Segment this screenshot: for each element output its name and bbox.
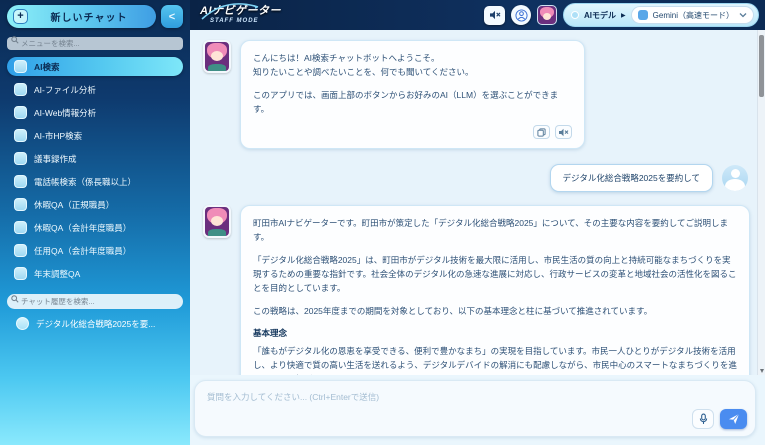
arrow-right-icon: ▶ xyxy=(621,12,626,19)
user-message-bubble: デジタル化総合戦略2025を要約して xyxy=(550,164,714,192)
chat-bubble-icon xyxy=(14,175,27,188)
assistant-avatar xyxy=(203,205,231,238)
sidebar-menu-list: AI検索 AI-ファイル分析 AI-Web情報分析 AI-市HP検索議事録作成電話帳検… xyxy=(7,57,183,283)
history-search-input[interactable] xyxy=(7,294,183,309)
search-icon xyxy=(11,295,19,303)
copy-icon xyxy=(537,128,546,137)
sidebar-item-label: 年末調整QA xyxy=(34,268,80,280)
model-dropdown[interactable]: Gemini（高速モード） xyxy=(631,6,754,24)
sidebar-item-label: AI-市HP検索 xyxy=(34,130,82,142)
chat-history-list: デジタル化総合戦略2025を要... xyxy=(7,317,183,330)
chat-history-item[interactable]: デジタル化総合戦略2025を要... xyxy=(7,317,183,330)
app-logo: AIナビゲーター STAFF MODE xyxy=(200,6,281,24)
message-input[interactable] xyxy=(195,381,755,436)
sidebar-item-label: 議事録作成 xyxy=(34,153,77,165)
message-paragraph: この戦略は、2025年度までの期間を対象としており、以下の基本理念と柱に基づいて… xyxy=(253,304,737,318)
microphone-icon xyxy=(699,413,708,425)
assistant-avatar xyxy=(203,40,231,73)
history-search xyxy=(7,291,183,309)
assistant-message-bubble: 町田市AIナビゲーターです。町田市が策定した「デジタル化総合戦略2025」につい… xyxy=(240,205,750,375)
chat-area: こんにちは！AI検索チャットボットへようこそ。 知りたいことや調べたいことを、何… xyxy=(190,30,765,375)
message-paragraph: 「デジタル化総合戦略2025」は、町田市がデジタル技術を最大限に活用し、市民生活… xyxy=(253,253,737,295)
message-paragraph: このアプリでは、画面上部のボタンからお好みのAI（LLM）を選ぶことができます。 xyxy=(253,88,572,116)
chat-scrollbar[interactable] xyxy=(757,30,765,375)
mute-button[interactable] xyxy=(484,6,505,25)
chat-bubble-icon xyxy=(14,60,27,73)
app-window: + 新しいチャット < AI検索 AI-ファイル分析 AI-Web情報分析 AI-市H… xyxy=(0,0,765,445)
sidebar-item[interactable]: 議事録作成 xyxy=(7,149,183,168)
paper-plane-icon xyxy=(728,413,740,425)
chat-bubble-icon xyxy=(14,106,27,119)
sidebar-item[interactable]: AI-市HP検索 xyxy=(7,126,183,145)
sidebar-item[interactable]: AI検索 xyxy=(7,57,183,76)
header-bar: AIナビゲーター STAFF MODE AIモデル ▶ Gemini（ xyxy=(190,0,765,30)
character-button[interactable] xyxy=(511,5,531,25)
sidebar-item[interactable]: 休暇QA（正規職員） xyxy=(7,195,183,214)
character-icon xyxy=(515,9,528,22)
sidebar-collapse-button[interactable]: < xyxy=(161,5,183,28)
assistant-message-row: こんにちは！AI検索チャットボットへようこそ。 知りたいことや調べたいことを、何… xyxy=(203,40,751,149)
chevron-down-icon xyxy=(739,12,747,18)
assistant-message-bubble: こんにちは！AI検索チャットボットへようこそ。 知りたいことや調べたいことを、何… xyxy=(240,40,585,149)
chat-bubble-icon xyxy=(14,267,27,280)
chat-bubble-icon xyxy=(14,152,27,165)
assistant-avatar-button[interactable] xyxy=(537,5,557,25)
scrollbar-thumb[interactable] xyxy=(759,35,764,97)
sidebar-item[interactable]: 休暇QA（会計年度職員） xyxy=(7,218,183,237)
sidebar-item[interactable]: AI-ファイル分析 xyxy=(7,80,183,99)
mute-speech-button[interactable] xyxy=(555,125,572,139)
sidebar-item[interactable]: AI-Web情報分析 xyxy=(7,103,183,122)
microphone-button[interactable] xyxy=(692,409,714,429)
sidebar-item-label: 休暇QA（正規職員） xyxy=(34,199,114,211)
sidebar-item[interactable]: 電話帳検索（係長職以上） xyxy=(7,172,183,191)
sidebar-item-label: 任用QA（会計年度職員） xyxy=(34,245,131,257)
message-paragraph: こんにちは！AI検索チャットボットへようこそ。 知りたいことや調べたいことを、何… xyxy=(253,51,572,79)
message-heading: 基本理念 xyxy=(253,327,737,341)
sidebar-item-label: AI-ファイル分析 xyxy=(34,84,96,96)
chat-bubble-icon xyxy=(14,129,27,142)
message-paragraph: 「誰もがデジタル化の恩恵を享受できる、便利で豊かなまち」の実現を目指しています。… xyxy=(253,344,737,375)
sidebar-item[interactable]: 年末調整QA xyxy=(7,264,183,283)
chat-bubble-icon xyxy=(14,83,27,96)
chat-bubble-icon xyxy=(14,198,27,211)
sidebar: + 新しいチャット < AI検索 AI-ファイル分析 AI-Web情報分析 AI-市H… xyxy=(0,0,190,445)
sidebar-item[interactable]: 任用QA（会計年度職員） xyxy=(7,241,183,260)
send-button[interactable] xyxy=(720,409,747,429)
sidebar-item-label: AI-Web情報分析 xyxy=(34,107,96,119)
model-value: Gemini（高速モード） xyxy=(653,10,734,21)
composer-area xyxy=(190,375,765,445)
sidebar-item-label: 電話帳検索（係長職以上） xyxy=(34,176,136,188)
user-message-row: デジタル化総合戦略2025を要約して xyxy=(203,164,748,192)
message-paragraph: 町田市AIナビゲーターです。町田市が策定した「デジタル化総合戦略2025」につい… xyxy=(253,216,737,244)
menu-search-input[interactable] xyxy=(7,37,183,50)
chat-scroll-region: こんにちは！AI検索チャットボットへようこそ。 知りたいことや調べたいことを、何… xyxy=(190,30,757,375)
logo-title: AIナビゲーター xyxy=(200,6,281,17)
logo-subtitle: STAFF MODE xyxy=(210,18,281,24)
speaker-muted-icon xyxy=(489,10,501,20)
model-chip-icon xyxy=(638,10,648,20)
sidebar-item-label: 休暇QA（会計年度職員） xyxy=(34,222,131,234)
chat-bubble-icon xyxy=(14,244,27,257)
chat-bubble-icon xyxy=(14,221,27,234)
search-icon xyxy=(11,36,19,44)
chat-bubble-icon xyxy=(16,317,29,330)
scrollbar-down-arrow[interactable] xyxy=(760,369,764,373)
model-dot-icon xyxy=(571,11,579,19)
speaker-muted-icon xyxy=(558,128,569,137)
copy-button[interactable] xyxy=(533,125,550,139)
message-input-box xyxy=(194,380,756,437)
sidebar-item-label: AI検索 xyxy=(34,61,60,73)
plus-icon: + xyxy=(13,9,28,24)
assistant-message-row: 町田市AIナビゲーターです。町田市が策定した「デジタル化総合戦略2025」につい… xyxy=(203,205,751,375)
main-panel: AIナビゲーター STAFF MODE AIモデル ▶ Gemini（ xyxy=(190,0,765,445)
new-chat-label: 新しいチャット xyxy=(28,9,150,24)
new-chat-button[interactable]: + 新しいチャット xyxy=(7,5,156,28)
menu-search xyxy=(7,33,183,51)
model-label: AIモデル xyxy=(584,10,616,21)
user-avatar xyxy=(722,165,748,191)
model-selector-group: AIモデル ▶ Gemini（高速モード） xyxy=(563,3,759,27)
history-item-label: デジタル化総合戦略2025を要... xyxy=(36,318,155,330)
